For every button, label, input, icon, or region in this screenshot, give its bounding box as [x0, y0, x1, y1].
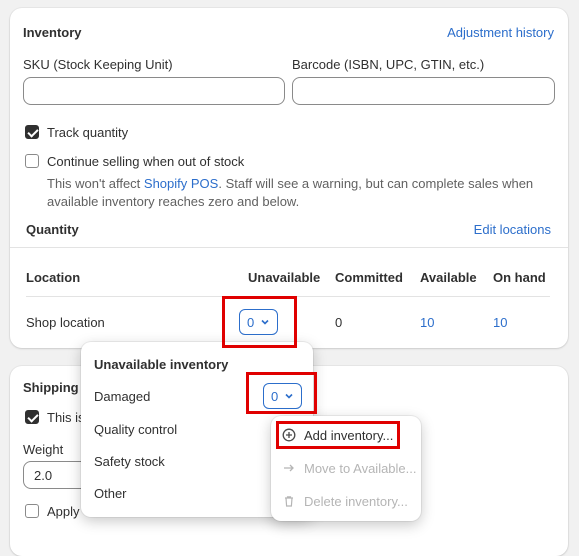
continue-selling-label: Continue selling when out of stock: [47, 154, 245, 169]
apply-checkbox[interactable]: [25, 504, 39, 518]
available-value-link[interactable]: 10: [420, 315, 434, 330]
location-name: Shop location: [26, 315, 105, 330]
move-to-available-label: Move to Available...: [304, 461, 417, 476]
on-hand-value-link[interactable]: 10: [493, 315, 507, 330]
edit-locations-link[interactable]: Edit locations: [474, 222, 551, 237]
quantity-title: Quantity: [26, 222, 79, 237]
barcode-label: Barcode (ISBN, UPC, GTIN, etc.): [292, 57, 485, 72]
continue-selling-help: This won't affect Shopify POS. Staff wil…: [47, 176, 533, 191]
barcode-input[interactable]: [292, 77, 555, 105]
delete-inventory-label: Delete inventory...: [304, 494, 408, 509]
highlight-unavailable-button: [222, 296, 297, 348]
physical-product-label: This is: [47, 410, 85, 425]
track-quantity-checkbox[interactable]: [25, 125, 39, 139]
col-available: Available: [420, 270, 477, 285]
committed-value: 0: [335, 315, 343, 330]
reason-damaged: Damaged: [94, 389, 151, 404]
arrow-right-icon: [284, 464, 294, 472]
help-text-before: This won't affect: [47, 176, 144, 191]
continue-selling-checkbox[interactable]: [25, 154, 39, 168]
reason-quality-control[interactable]: Quality control: [94, 422, 177, 437]
help-text-after: . Staff will see a warning, but can comp…: [218, 176, 534, 191]
track-quantity-label: Track quantity: [47, 125, 129, 140]
popover-title: Unavailable inventory: [94, 357, 229, 372]
sku-input[interactable]: [23, 77, 285, 105]
inventory-title: Inventory: [23, 25, 82, 40]
reason-safety-stock[interactable]: Safety stock: [94, 454, 165, 469]
col-committed: Committed: [335, 270, 403, 285]
trash-icon: [285, 496, 293, 507]
continue-selling-help-line2: available inventory reaches zero and bel…: [47, 194, 300, 209]
shipping-title: Shipping: [23, 380, 79, 395]
apply-label: Apply: [47, 504, 80, 519]
reason-other[interactable]: Other: [94, 486, 127, 501]
sku-label: SKU (Stock Keeping Unit): [23, 57, 173, 72]
highlight-add-inventory: [276, 421, 400, 449]
adjustment-history-link[interactable]: Adjustment history: [447, 25, 554, 40]
weight-label: Weight: [23, 442, 64, 457]
shopify-pos-link[interactable]: Shopify POS: [144, 176, 218, 191]
col-on-hand: On hand: [493, 270, 546, 285]
physical-product-checkbox[interactable]: [25, 410, 39, 424]
divider: [10, 247, 568, 248]
col-unavailable: Unavailable: [248, 270, 321, 285]
highlight-damaged-dropdown: [246, 372, 317, 414]
col-location: Location: [26, 270, 81, 285]
